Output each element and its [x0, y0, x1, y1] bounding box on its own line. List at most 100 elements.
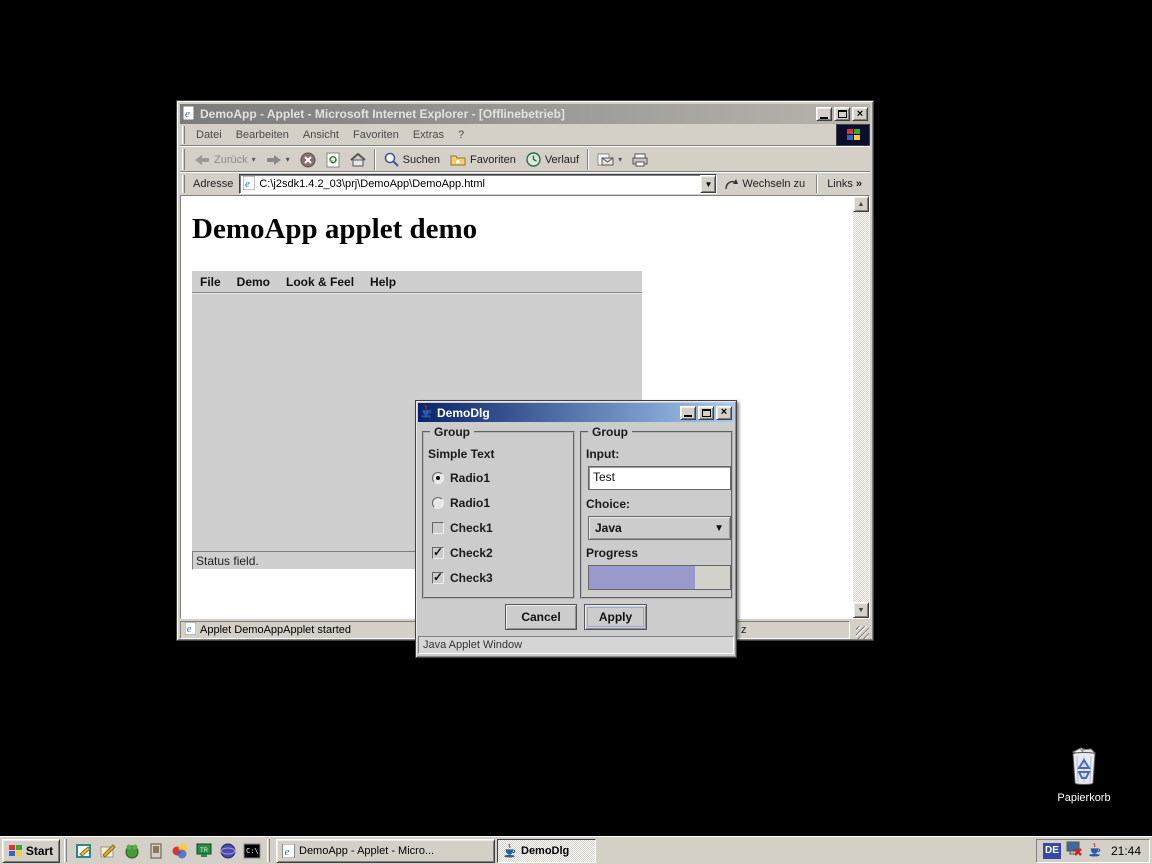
- choice-combobox[interactable]: Java ▼: [588, 516, 731, 540]
- mail-icon: [597, 153, 614, 166]
- scroll-down-button[interactable]: ▼: [853, 602, 869, 618]
- simple-text-label: Simple Text: [428, 447, 494, 461]
- scroll-up-button[interactable]: ▲: [853, 196, 869, 212]
- dialog-title: DemoDlg: [437, 406, 676, 420]
- checkbox-icon: [432, 522, 444, 534]
- stop-icon: [300, 152, 316, 168]
- address-dropdown-button[interactable]: ▼: [700, 175, 716, 193]
- command-prompt-icon[interactable]: C:\: [241, 840, 263, 862]
- system-tray: DE 21:44: [1036, 839, 1150, 863]
- task-button-demoapp[interactable]: e DemoApp - Applet - Micro...: [276, 839, 495, 863]
- window-resize-grip[interactable]: [856, 626, 869, 639]
- status-zone-fragment: z: [741, 624, 747, 636]
- java-applet-warning-banner: Java Applet Window: [418, 636, 734, 654]
- applet-menu-help[interactable]: Help: [362, 272, 404, 292]
- apply-button[interactable]: Apply: [584, 604, 647, 630]
- maximize-button[interactable]: [698, 406, 714, 420]
- links-chevron-icon: »: [856, 178, 862, 190]
- checkbox-check3[interactable]: Check3: [432, 571, 493, 585]
- toolbar-grip[interactable]: [182, 149, 185, 170]
- green-creature-icon[interactable]: [121, 840, 143, 862]
- applet-menu-file[interactable]: File: [192, 272, 229, 292]
- cancel-button[interactable]: Cancel: [505, 604, 577, 630]
- menu-ansicht[interactable]: Ansicht: [296, 126, 346, 144]
- go-button[interactable]: Wechseln zu: [717, 178, 813, 190]
- checkbox-icon: [432, 547, 444, 559]
- taskbar: Start TR C:\ e DemoApp - Applet - Micro.…: [0, 836, 1152, 864]
- toolbar-grip[interactable]: [182, 175, 185, 193]
- address-book-icon[interactable]: [145, 840, 167, 862]
- menu-datei[interactable]: Datei: [189, 126, 229, 144]
- address-input[interactable]: e C:\j2sdk1.4.2_03\prj\DemoApp\DemoApp.h…: [239, 174, 717, 194]
- recycle-bin-label: Papierkorb: [1045, 792, 1123, 804]
- applet-menu-demo[interactable]: Demo: [229, 272, 278, 292]
- task-button-demodlg[interactable]: DemoDlg: [497, 839, 596, 863]
- notes-pen-icon[interactable]: [97, 840, 119, 862]
- history-button[interactable]: Verlauf: [521, 150, 584, 169]
- taskbar-clock[interactable]: 21:44: [1107, 844, 1141, 858]
- favorites-button[interactable]: Favoriten: [445, 151, 521, 168]
- links-button[interactable]: Links »: [821, 178, 868, 190]
- menu-help[interactable]: ?: [451, 126, 471, 144]
- taskbar-grip[interactable]: [64, 839, 67, 862]
- checkbox-check1[interactable]: Check1: [432, 521, 493, 535]
- ie-titlebar[interactable]: e DemoApp - Applet - Microsoft Internet …: [180, 104, 870, 124]
- language-indicator[interactable]: DE: [1043, 843, 1061, 859]
- home-button[interactable]: [345, 151, 371, 169]
- forward-button[interactable]: ▾: [261, 152, 295, 168]
- checkbox-check2[interactable]: Check2: [432, 546, 493, 560]
- radio-radio1-b[interactable]: Radio1: [432, 496, 490, 510]
- address-value: C:\j2sdk1.4.2_03\prj\DemoApp\DemoApp.htm…: [259, 178, 696, 190]
- menu-bearbeiten[interactable]: Bearbeiten: [229, 126, 296, 144]
- menu-extras[interactable]: Extras: [406, 126, 451, 144]
- search-button[interactable]: Suchen: [379, 150, 445, 169]
- vertical-scrollbar[interactable]: ▲ ▼: [853, 196, 869, 618]
- media-swirl-icon[interactable]: [169, 840, 191, 862]
- svg-text:e: e: [245, 178, 250, 190]
- home-icon: [350, 153, 366, 167]
- java-cup-icon[interactable]: [1088, 842, 1102, 860]
- purple-globe-icon[interactable]: [217, 840, 239, 862]
- print-button[interactable]: [627, 151, 653, 169]
- progress-bar: [588, 565, 731, 590]
- svg-text:e: e: [187, 624, 192, 635]
- dialog-titlebar[interactable]: DemoDlg ×: [418, 403, 734, 422]
- refresh-icon: [326, 152, 340, 168]
- svg-text:TR: TR: [200, 848, 209, 854]
- minimize-button[interactable]: [680, 406, 696, 420]
- svg-text:e: e: [185, 108, 190, 120]
- ie-logo-icon: e: [182, 106, 196, 123]
- start-button[interactable]: Start: [2, 839, 60, 863]
- minimize-button[interactable]: [816, 107, 832, 121]
- forward-arrow-icon: [266, 154, 282, 166]
- chevron-down-icon: ▼: [714, 523, 724, 534]
- radio-icon: [432, 472, 444, 484]
- recycle-bin-icon: [1067, 746, 1101, 786]
- applet-menu-lookfeel[interactable]: Look & Feel: [278, 272, 362, 292]
- back-button[interactable]: Zurück▾: [189, 152, 261, 168]
- groupbox-label: Group: [430, 425, 474, 439]
- close-button[interactable]: ×: [852, 107, 868, 121]
- mail-button[interactable]: ▾: [592, 151, 627, 168]
- go-arrow-icon: [725, 178, 739, 190]
- refresh-button[interactable]: [321, 150, 345, 170]
- desktop-pad-icon[interactable]: [73, 840, 95, 862]
- left-groupbox: Group Simple Text Radio1 Radio1 Check1 C…: [422, 431, 575, 599]
- toolbar-separator: [374, 149, 376, 170]
- radio-radio1-a[interactable]: Radio1: [432, 471, 490, 485]
- recycle-bin-desktop-icon[interactable]: Papierkorb: [1045, 746, 1123, 804]
- svg-text:C:\: C:\: [246, 847, 259, 855]
- toolbar-grip[interactable]: [182, 126, 185, 144]
- offline-monitor-icon[interactable]: [1066, 841, 1083, 860]
- stop-button[interactable]: [295, 150, 321, 170]
- input-text-field[interactable]: Test: [588, 466, 731, 490]
- menu-favoriten[interactable]: Favoriten: [346, 126, 406, 144]
- applet-menubar: File Demo Look & Feel Help: [192, 271, 642, 293]
- close-button[interactable]: ×: [716, 406, 732, 420]
- choice-label: Choice:: [586, 497, 630, 511]
- taskbar-grip[interactable]: [267, 839, 270, 862]
- green-monitor-icon[interactable]: TR: [193, 840, 215, 862]
- maximize-button[interactable]: [834, 107, 850, 121]
- search-icon: [384, 152, 399, 167]
- demodlg-dialog-window: DemoDlg × Group Simple Text Radio1 Radio…: [415, 400, 737, 658]
